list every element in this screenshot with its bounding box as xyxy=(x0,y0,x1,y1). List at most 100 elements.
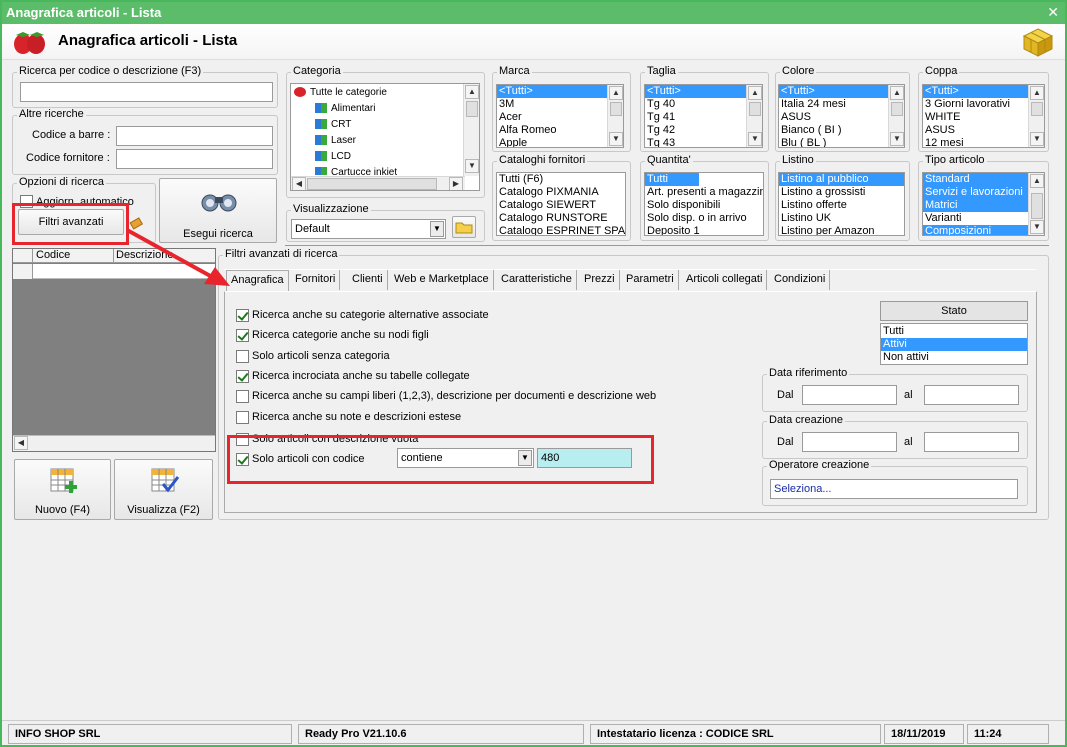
scroll-right-icon[interactable]: ▶ xyxy=(449,177,463,190)
list-item[interactable]: Matrici xyxy=(923,199,1044,212)
list-item[interactable]: Catalogo ESPRINET SPA xyxy=(497,225,625,235)
check-cross-search[interactable]: Ricerca incrociata anche su tabelle coll… xyxy=(236,368,470,384)
list-item[interactable]: Catalogo PIXMANIA xyxy=(497,186,625,199)
scroll-thumb[interactable] xyxy=(891,102,903,116)
scroll-thumb[interactable] xyxy=(1031,193,1043,219)
list-item[interactable]: Tutti xyxy=(645,173,699,186)
checkbox[interactable] xyxy=(236,349,249,363)
list-item[interactable]: Catalogo SIEWERT xyxy=(497,199,625,212)
scroll-left-icon[interactable]: ◀ xyxy=(14,436,28,450)
scroll-left-icon[interactable]: ◀ xyxy=(292,177,306,190)
scroll-thumb[interactable] xyxy=(466,101,478,117)
list-item[interactable]: WHITE xyxy=(923,111,1044,124)
size-vscroll[interactable]: ▲ ▼ xyxy=(746,85,762,147)
tab-articoli-collegati[interactable]: Articoli collegati xyxy=(682,270,768,290)
list-item[interactable]: Standard xyxy=(923,173,1044,186)
list-item[interactable]: Blu ( BL ) xyxy=(779,137,904,147)
scroll-up-icon[interactable]: ▲ xyxy=(748,86,762,100)
scroll-up-icon[interactable]: ▲ xyxy=(1030,86,1044,100)
status-list[interactable]: Tutti Attivi Non attivi xyxy=(880,323,1028,365)
list-item[interactable]: Listino per Amazon xyxy=(779,225,904,235)
list-item[interactable]: Art. presenti a magazzino xyxy=(645,186,763,199)
scroll-up-icon[interactable]: ▲ xyxy=(1030,174,1044,188)
list-item[interactable]: 3M xyxy=(497,98,623,111)
scroll-down-icon[interactable]: ▼ xyxy=(1030,132,1044,146)
checkbox[interactable] xyxy=(236,308,249,322)
list-item[interactable]: <Tutti> xyxy=(923,85,1044,98)
list-item[interactable]: Tg 42 xyxy=(645,124,762,137)
list-item[interactable]: Tutti (F6) xyxy=(497,173,625,186)
list-item[interactable]: <Tutti> xyxy=(779,85,904,98)
tab-web-marketplace[interactable]: Web e Marketplace xyxy=(390,270,494,290)
brand-vscroll[interactable]: ▲ ▼ xyxy=(607,85,623,147)
list-item[interactable]: 12 mesi xyxy=(923,137,1044,147)
creator-select[interactable]: Seleziona... xyxy=(770,479,1018,499)
scroll-thumb[interactable] xyxy=(307,178,437,190)
search-input[interactable] xyxy=(20,82,273,102)
creation-date-from-input[interactable] xyxy=(802,432,897,452)
list-item[interactable]: Apple xyxy=(497,137,623,147)
color-list[interactable]: <Tutti> Italia 24 mesi ASUS Bianco ( BI … xyxy=(778,84,905,148)
close-icon[interactable]: ✕ xyxy=(1047,4,1059,21)
view-select[interactable]: Default ▼ xyxy=(291,219,446,239)
view-button[interactable]: Visualizza (F2) xyxy=(114,459,213,520)
tree-item[interactable]: LCD xyxy=(315,151,351,165)
supplier-code-input[interactable] xyxy=(116,149,273,169)
size-list[interactable]: <Tutti> Tg 40 Tg 41 Tg 42 Tg 43 ▲ ▼ xyxy=(644,84,763,148)
list-item[interactable]: Catalogo RUNSTORE xyxy=(497,212,625,225)
creation-date-to-input[interactable] xyxy=(924,432,1019,452)
scroll-down-icon[interactable]: ▼ xyxy=(1030,220,1044,234)
list-item[interactable]: Deposito 1 xyxy=(645,225,763,235)
scroll-down-icon[interactable]: ▼ xyxy=(748,132,762,146)
list-item[interactable]: Italia 24 mesi xyxy=(779,98,904,111)
category-tree[interactable]: Tutte le categorie Alimentari CRT Laser … xyxy=(290,83,480,191)
column-header-code[interactable]: Codice xyxy=(36,249,70,261)
scroll-down-icon[interactable]: ▼ xyxy=(890,132,904,146)
check-alt-categories[interactable]: Ricerca anche su categorie alternative a… xyxy=(236,307,489,323)
color-vscroll[interactable]: ▲ ▼ xyxy=(888,85,904,147)
list-item[interactable]: Listino al pubblico xyxy=(779,173,904,186)
tab-caratteristiche[interactable]: Caratteristiche xyxy=(497,270,577,290)
checkbox[interactable] xyxy=(236,389,249,403)
scroll-up-icon[interactable]: ▲ xyxy=(465,85,479,99)
tree-item-all[interactable]: Tutte le categorie xyxy=(294,87,387,101)
checkbox[interactable] xyxy=(236,328,249,342)
catalogs-list[interactable]: Tutti (F6) Catalogo PIXMANIA Catalogo SI… xyxy=(496,172,626,236)
grid-hscroll[interactable]: ◀ xyxy=(13,435,215,451)
list-item[interactable]: Varianti xyxy=(923,212,1044,225)
list-item[interactable]: <Tutti> xyxy=(497,85,623,98)
reference-date-from-input[interactable] xyxy=(802,385,897,405)
list-item[interactable]: ASUS xyxy=(779,111,904,124)
brand-list[interactable]: <Tutti> 3M Acer Alfa Romeo Apple ▲ ▼ xyxy=(496,84,624,148)
list-item[interactable]: Alfa Romeo xyxy=(497,124,623,137)
cup-list[interactable]: <Tutti> 3 Giorni lavorativi WHITE ASUS 1… xyxy=(922,84,1045,148)
list-item[interactable]: 3 Giorni lavorativi xyxy=(923,98,1044,111)
scroll-down-icon[interactable]: ▼ xyxy=(609,132,623,146)
scroll-up-icon[interactable]: ▲ xyxy=(609,86,623,100)
check-free-fields[interactable]: Ricerca anche su campi liberi (1,2,3), d… xyxy=(236,388,656,404)
checkbox[interactable] xyxy=(236,410,249,424)
checkbox[interactable] xyxy=(236,369,249,383)
tab-fornitori[interactable]: Fornitori xyxy=(291,270,341,290)
tree-item[interactable]: Cartucce inkjet xyxy=(315,167,397,175)
list-item[interactable]: Acer xyxy=(497,111,623,124)
list-item[interactable]: Tg 40 xyxy=(645,98,762,111)
tree-item[interactable]: Laser xyxy=(315,135,356,149)
tree-item[interactable]: Alimentari xyxy=(315,103,375,117)
scroll-thumb[interactable] xyxy=(610,102,622,116)
cup-vscroll[interactable]: ▲ ▼ xyxy=(1028,85,1044,147)
check-no-category[interactable]: Solo articoli senza categoria xyxy=(236,348,390,364)
category-hscroll[interactable]: ◀ ▶ xyxy=(291,176,465,190)
list-item[interactable]: Solo disp. o in arrivo xyxy=(645,212,763,225)
item-type-list[interactable]: Standard Servizi e lavorazioni Matrici V… xyxy=(922,172,1045,236)
category-vscroll[interactable]: ▲ ▼ xyxy=(463,84,479,176)
list-item[interactable]: Listino UK xyxy=(779,212,904,225)
pricelist-list[interactable]: Listino al pubblico Listino a grossisti … xyxy=(778,172,905,236)
check-notes[interactable]: Ricerca anche su note e descrizioni este… xyxy=(236,409,461,425)
tab-clienti[interactable]: Clienti xyxy=(348,270,388,290)
scroll-thumb[interactable] xyxy=(1031,102,1043,116)
list-item[interactable]: <Tutti> xyxy=(645,85,762,98)
list-item[interactable]: Solo disponibili xyxy=(645,199,763,212)
list-item[interactable]: Tutti xyxy=(881,325,1027,338)
tree-item[interactable]: CRT xyxy=(315,119,351,133)
